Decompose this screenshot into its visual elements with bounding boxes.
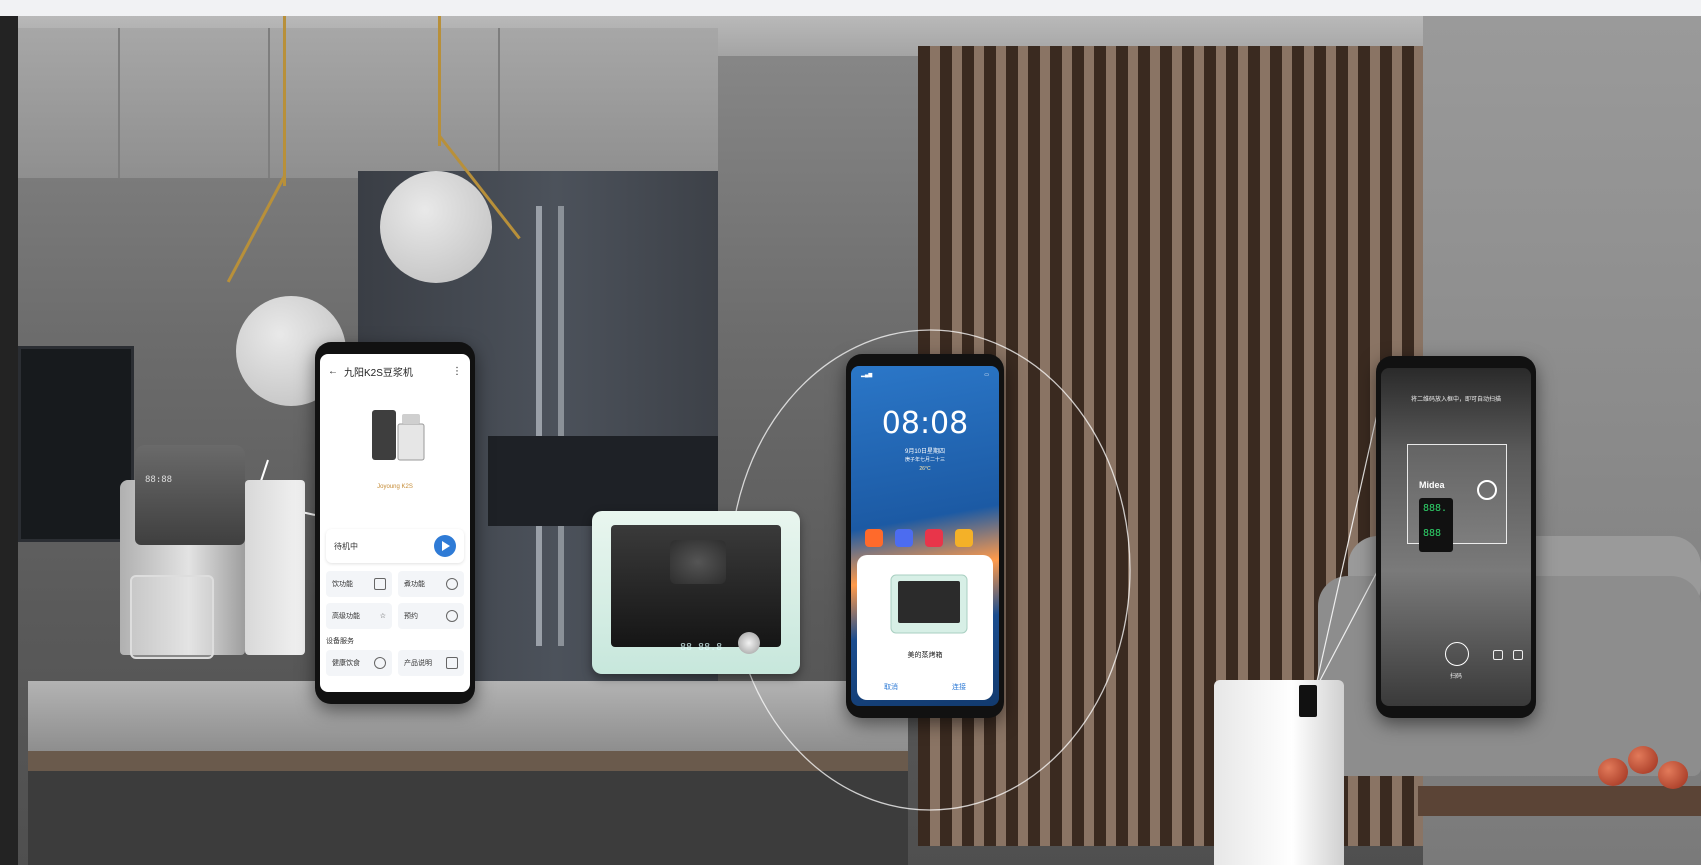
feature-schedule[interactable]: 预约 bbox=[398, 603, 464, 629]
status-card: 待机中 bbox=[326, 529, 464, 563]
cabinet-divider bbox=[268, 28, 270, 178]
soymilk-display: 88:88 bbox=[145, 475, 173, 485]
feature-grid: 饮功能 煮功能 高级功能 ☆ 预约 bbox=[326, 571, 464, 629]
battery-icon: ▭ bbox=[984, 372, 989, 378]
service-manual[interactable]: 产品说明 bbox=[398, 650, 464, 676]
scan-button[interactable] bbox=[1445, 642, 1469, 666]
app-header: ← 九阳K2S豆浆机 ⋮ bbox=[320, 354, 470, 383]
counter-edge bbox=[28, 751, 908, 771]
phone-lockscreen: ▂▄▆ ▭ 08:08 9月10日星期四 庚子年七月二十三 26°C 美的蒸烤箱 … bbox=[846, 354, 1004, 718]
more-icon[interactable]: ⋮ bbox=[452, 366, 462, 377]
left-edge bbox=[0, 16, 18, 865]
connect-dialog: 美的蒸烤箱 取消 连接 bbox=[857, 555, 993, 700]
start-button[interactable] bbox=[434, 535, 456, 557]
apple bbox=[1658, 761, 1688, 789]
status-text: 待机中 bbox=[334, 541, 358, 551]
service-label: 产品说明 bbox=[404, 660, 432, 667]
oven-display: 88 88.8 bbox=[680, 642, 723, 653]
pendant-rod bbox=[438, 16, 441, 146]
air-purifier bbox=[1214, 680, 1344, 865]
soymilk-control-panel bbox=[135, 445, 245, 545]
apple bbox=[1628, 746, 1658, 774]
lunar-date: 庚子年七月二十三 bbox=[904, 457, 945, 463]
lock-screen: ▂▄▆ ▭ 08:08 9月10日星期四 庚子年七月二十三 26°C 美的蒸烤箱 … bbox=[851, 366, 999, 706]
scan-hint: 将二维码放入框中，即可自动扫描 bbox=[1410, 397, 1501, 403]
star-icon: ☆ bbox=[379, 613, 386, 620]
scan-screen: 将二维码放入框中，即可自动扫描 Midea 888. 888 扫码 bbox=[1381, 368, 1531, 706]
purifier-display bbox=[1299, 685, 1317, 717]
digits-top: 888. bbox=[1423, 503, 1448, 514]
coffee-table bbox=[1418, 786, 1701, 816]
pendant-rod bbox=[283, 16, 286, 186]
shield-icon bbox=[374, 657, 386, 669]
soymilk-maker-accessory bbox=[245, 480, 305, 655]
wall-oven bbox=[18, 346, 134, 542]
fridge-handle bbox=[558, 206, 564, 646]
dialog-buttons: 取消 连接 bbox=[857, 682, 993, 692]
digits-bottom: 888 bbox=[1423, 528, 1442, 539]
back-arrow-icon[interactable]: ← bbox=[328, 366, 338, 377]
section-title: 设备服务 bbox=[326, 638, 354, 645]
brand-logo: Midea bbox=[1419, 480, 1445, 490]
device-title: 九阳K2S豆浆机 bbox=[344, 368, 413, 379]
model-name: Joyoung K2S bbox=[377, 484, 413, 490]
app-row bbox=[865, 529, 973, 547]
weather: 26°C bbox=[919, 466, 931, 472]
music-app-icon[interactable] bbox=[895, 529, 913, 547]
scan-tools bbox=[1493, 650, 1523, 660]
cup-icon bbox=[374, 578, 386, 590]
service-label: 健康饮食 bbox=[332, 660, 360, 667]
feature-label: 预约 bbox=[404, 613, 418, 620]
clock-date: 9月10日星期四 bbox=[904, 449, 945, 455]
fan-icon bbox=[1477, 480, 1497, 500]
clock-time: 08:08 bbox=[881, 406, 969, 441]
oven-fan bbox=[670, 540, 726, 584]
status-bar: ▂▄▆ ▭ bbox=[851, 372, 999, 378]
feature-label: 煮功能 bbox=[404, 581, 425, 588]
app-screen: ← 九阳K2S豆浆机 ⋮ Joyoung K2S 待机中 饮功能 煮功能 高级功… bbox=[320, 354, 470, 692]
pendant-rod bbox=[226, 175, 286, 283]
phone-app: ← 九阳K2S豆浆机 ⋮ Joyoung K2S 待机中 饮功能 煮功能 高级功… bbox=[315, 342, 475, 704]
upper-cabinets bbox=[18, 28, 718, 178]
scan-label: 扫码 bbox=[1449, 674, 1462, 680]
feature-label: 高级功能 bbox=[332, 613, 360, 620]
service-grid: 健康饮食 产品说明 bbox=[326, 650, 464, 676]
phone-icon bbox=[446, 657, 458, 669]
cabinet-divider bbox=[118, 28, 120, 178]
top-bar bbox=[0, 0, 1701, 16]
flashlight-icon[interactable] bbox=[1513, 650, 1523, 660]
connect-button[interactable]: 连接 bbox=[952, 682, 966, 692]
oven-knob bbox=[738, 632, 760, 654]
gallery-icon[interactable] bbox=[1493, 650, 1503, 660]
soymilk-maker-image bbox=[372, 410, 425, 461]
fridge-handle bbox=[536, 206, 542, 646]
dialog-title: 美的蒸烤箱 bbox=[907, 652, 943, 659]
pot-icon bbox=[446, 578, 458, 590]
feature-cook[interactable]: 煮功能 bbox=[398, 571, 464, 597]
counter-front bbox=[28, 771, 908, 865]
feature-drink[interactable]: 饮功能 bbox=[326, 571, 392, 597]
feature-label: 饮功能 bbox=[332, 581, 353, 588]
clock-icon bbox=[446, 610, 458, 622]
cabinet-divider bbox=[498, 28, 500, 178]
feature-advanced[interactable]: 高级功能 ☆ bbox=[326, 603, 392, 629]
video-app-icon[interactable] bbox=[865, 529, 883, 547]
soymilk-jug bbox=[130, 575, 214, 659]
apple bbox=[1598, 758, 1628, 786]
signal-icon: ▂▄▆ bbox=[861, 372, 873, 378]
pendant-globe bbox=[380, 171, 492, 283]
oven-thumbnail bbox=[890, 574, 968, 634]
gallery-app-icon[interactable] bbox=[955, 529, 973, 547]
service-health[interactable]: 健康饮食 bbox=[326, 650, 392, 676]
books-app-icon[interactable] bbox=[925, 529, 943, 547]
cancel-button[interactable]: 取消 bbox=[884, 682, 898, 692]
phone-scanner: 将二维码放入框中，即可自动扫描 Midea 888. 888 扫码 bbox=[1376, 356, 1536, 718]
